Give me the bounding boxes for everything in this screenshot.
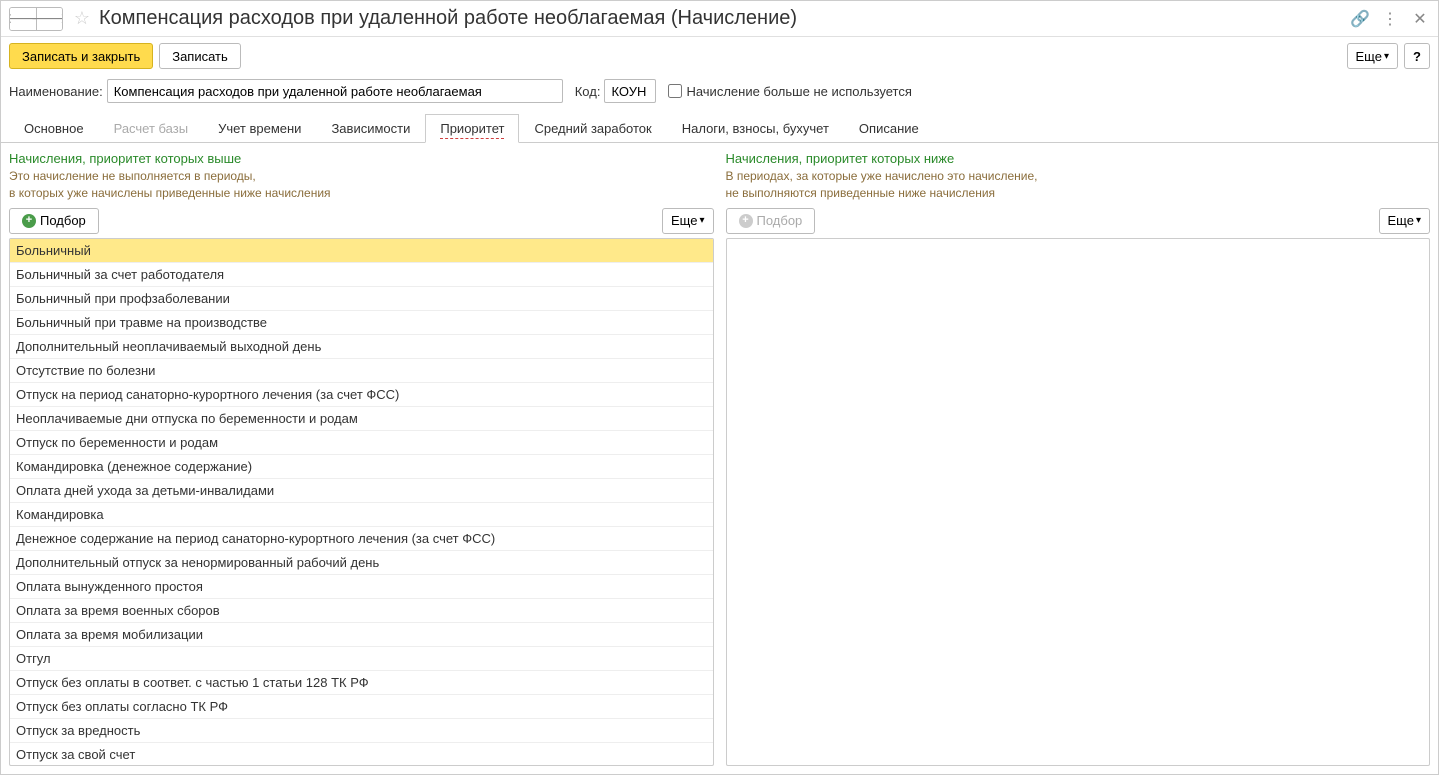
titlebar-actions: 🔗 ⋮ ✕: [1350, 9, 1430, 29]
left-panel-desc: Это начисление не выполняется в периоды,…: [9, 168, 714, 202]
right-panel-desc: В периодах, за которые уже начислено это…: [726, 168, 1431, 202]
list-item[interactable]: Оплата за время мобилизации: [10, 623, 713, 647]
right-add-button[interactable]: + Подбор: [726, 208, 816, 234]
tab-content-priority: Начисления, приоритет которых выше Это н…: [1, 143, 1438, 774]
code-input[interactable]: [604, 79, 656, 103]
nav-buttons: 🡐 🡒: [9, 7, 63, 31]
tab-1[interactable]: Расчет базы: [99, 114, 204, 143]
plus-icon: +: [739, 214, 753, 228]
list-item[interactable]: Дополнительный неоплачиваемый выходной д…: [10, 335, 713, 359]
list-item[interactable]: Оплата вынужденного простоя: [10, 575, 713, 599]
list-item[interactable]: Больничный при травме на производстве: [10, 311, 713, 335]
right-list-wrap: [726, 238, 1431, 766]
list-item[interactable]: Оплата за время военных сборов: [10, 599, 713, 623]
left-panel-title: Начисления, приоритет которых выше: [9, 151, 714, 166]
name-label: Наименование:: [9, 84, 103, 99]
list-item[interactable]: Отпуск по беременности и родам: [10, 431, 713, 455]
more-vertical-icon[interactable]: ⋮: [1380, 9, 1400, 29]
plus-icon: +: [22, 214, 36, 228]
code-label: Код:: [575, 84, 601, 99]
list-item[interactable]: Денежное содержание на период санаторно-…: [10, 527, 713, 551]
not-used-checkbox[interactable]: [668, 84, 682, 98]
list-item[interactable]: Командировка (денежное содержание): [10, 455, 713, 479]
tab-7[interactable]: Описание: [844, 114, 934, 143]
tab-5[interactable]: Средний заработок: [519, 114, 666, 143]
right-more-button[interactable]: Еще: [1379, 208, 1430, 234]
page-title: Компенсация расходов при удаленной работ…: [99, 7, 1350, 30]
link-icon[interactable]: 🔗: [1350, 9, 1370, 29]
list-item[interactable]: Отпуск на период санаторно-курортного ле…: [10, 383, 713, 407]
left-add-button[interactable]: + Подбор: [9, 208, 99, 234]
not-used-checkbox-wrap[interactable]: Начисление больше не используется: [668, 84, 911, 99]
left-list-wrap: БольничныйБольничный за счет работодател…: [9, 238, 714, 766]
list-item[interactable]: Больничный: [10, 239, 713, 263]
tab-6[interactable]: Налоги, взносы, бухучет: [667, 114, 844, 143]
tab-2[interactable]: Учет времени: [203, 114, 316, 143]
right-panel: Начисления, приоритет которых ниже В пер…: [726, 151, 1431, 766]
left-panel: Начисления, приоритет которых выше Это н…: [9, 151, 714, 766]
list-item[interactable]: Дополнительный отпуск за ненормированный…: [10, 551, 713, 575]
list-item[interactable]: Отпуск за свой счет: [10, 743, 713, 765]
left-more-button[interactable]: Еще: [662, 208, 713, 234]
main-window: 🡐 🡒 ☆ Компенсация расходов при удаленной…: [0, 0, 1439, 775]
save-button[interactable]: Записать: [159, 43, 241, 69]
forward-button[interactable]: 🡒: [36, 8, 62, 30]
right-panel-toolbar: + Подбор Еще: [726, 208, 1431, 234]
form-row: Наименование: Код: Начисление больше не …: [1, 75, 1438, 107]
list-item[interactable]: Отгул: [10, 647, 713, 671]
list-item[interactable]: Отсутствие по болезни: [10, 359, 713, 383]
not-used-label: Начисление больше не используется: [686, 84, 911, 99]
tab-3[interactable]: Зависимости: [316, 114, 425, 143]
help-button[interactable]: ?: [1404, 43, 1430, 69]
tab-0[interactable]: Основное: [9, 114, 99, 143]
right-panel-title: Начисления, приоритет которых ниже: [726, 151, 1431, 166]
main-toolbar: Записать и закрыть Записать Еще ?: [1, 37, 1438, 75]
name-input[interactable]: [107, 79, 563, 103]
list-item[interactable]: Отпуск за вредность: [10, 719, 713, 743]
list-item[interactable]: Больничный за счет работодателя: [10, 263, 713, 287]
close-icon[interactable]: ✕: [1410, 9, 1430, 29]
tab-4[interactable]: Приоритет: [425, 114, 519, 143]
left-panel-toolbar: + Подбор Еще: [9, 208, 714, 234]
left-list[interactable]: БольничныйБольничный за счет работодател…: [10, 239, 713, 765]
list-item[interactable]: Отпуск без оплаты в соответ. с частью 1 …: [10, 671, 713, 695]
save-close-button[interactable]: Записать и закрыть: [9, 43, 153, 69]
titlebar: 🡐 🡒 ☆ Компенсация расходов при удаленной…: [1, 1, 1438, 37]
list-item[interactable]: Оплата дней ухода за детьми-инвалидами: [10, 479, 713, 503]
favorite-star-icon[interactable]: ☆: [71, 8, 93, 30]
list-item[interactable]: Командировка: [10, 503, 713, 527]
list-item[interactable]: Отпуск без оплаты согласно ТК РФ: [10, 695, 713, 719]
tabs: ОсновноеРасчет базыУчет времениЗависимос…: [1, 113, 1438, 143]
list-item[interactable]: Неоплачиваемые дни отпуска по беременнос…: [10, 407, 713, 431]
list-item[interactable]: Больничный при профзаболевании: [10, 287, 713, 311]
right-list[interactable]: [727, 239, 1430, 765]
more-button[interactable]: Еще: [1347, 43, 1398, 69]
